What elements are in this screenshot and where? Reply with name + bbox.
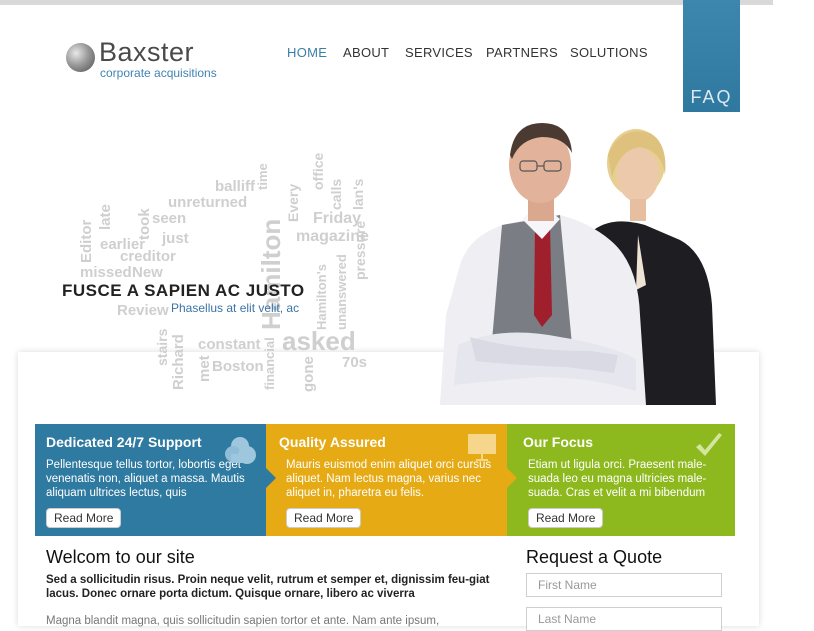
feature-box-focus: Our Focus Etiam ut ligula orci. Praesent…: [507, 424, 735, 536]
wordcloud-word: balliff: [215, 178, 255, 195]
wordcloud-word: seen: [152, 210, 187, 227]
wordcloud-word: lan's: [350, 178, 366, 210]
nav-item-home[interactable]: HOME: [287, 45, 327, 60]
wordcloud-word: New: [132, 264, 163, 281]
cloud-icon: [225, 437, 256, 464]
feature-text: Etiam ut ligula orci. Praesent male-suad…: [528, 459, 707, 499]
last-name-field[interactable]: [526, 607, 722, 631]
read-more-button[interactable]: Read More: [286, 508, 362, 528]
wordcloud-word: stairs: [154, 328, 170, 366]
wordcloud-word: Editor: [78, 219, 95, 263]
wordcloud-word: Every: [285, 183, 301, 222]
feature-boxes: Dedicated 24/7 Support Pellentesque tell…: [35, 424, 735, 536]
welcome-body-text: Magna blandit magna, quis sollicitudin s…: [46, 615, 440, 627]
nav-item-about[interactable]: ABOUT: [343, 45, 389, 60]
feature-text: Pellentesque tellus tortor, lobortis ege…: [46, 459, 245, 499]
read-more-button[interactable]: Read More: [46, 508, 122, 528]
first-name-field[interactable]: [526, 573, 722, 597]
presentation-board-icon: [468, 434, 496, 461]
wordcloud-word: asked: [282, 326, 356, 356]
hero-photo-business-people: [440, 123, 716, 405]
hero-title: FUSCE A SAPIEN AC JUSTO: [62, 281, 305, 300]
feature-box-support: Dedicated 24/7 Support Pellentesque tell…: [35, 424, 266, 536]
wordcloud-word: Review: [117, 302, 169, 319]
wordcloud-word: calls: [328, 178, 344, 210]
top-border: [0, 0, 773, 5]
welcome-intro: Sed a sollicitudin risus. Proin neque ve…: [46, 574, 490, 600]
brand-tagline: corporate acquisitions: [100, 66, 217, 80]
box-divider-arrow: [266, 468, 276, 488]
quote-heading: Request a Quote: [526, 547, 663, 567]
globe-logo-icon: [66, 43, 95, 72]
nav-item-solutions[interactable]: SOLUTIONS: [570, 45, 648, 60]
wordcloud-word: unanswered: [334, 254, 349, 330]
wordcloud-word: Richard: [170, 334, 187, 390]
wordcloud-word: financial: [262, 337, 277, 390]
wordcloud-word: pressure: [352, 220, 368, 280]
faq-tab[interactable]: FAQ: [683, 0, 740, 112]
wordcloud-word: creditor: [120, 248, 176, 265]
wordcloud-word: Boston: [212, 358, 264, 375]
hero-wordcloud: balliff time office unreturned Every cal…: [70, 150, 390, 392]
feature-box-quality: Quality Assured Mauris euismod enim aliq…: [266, 424, 507, 536]
wordcloud-word: late: [97, 204, 114, 230]
feature-title: Our Focus: [523, 434, 594, 450]
wordcloud-word: time: [255, 163, 270, 190]
nav-item-partners[interactable]: PARTNERS: [486, 45, 558, 60]
welcome-heading: Welcom to our site: [46, 547, 195, 567]
wordcloud-word: met: [196, 355, 213, 382]
read-more-button[interactable]: Read More: [528, 508, 604, 528]
feature-text: Mauris euismod enim aliquet orci cursus …: [286, 459, 492, 499]
faq-label: FAQ: [690, 87, 733, 107]
wordcloud-word: gone: [300, 356, 317, 392]
feature-title: Dedicated 24/7 Support: [46, 434, 202, 450]
feature-title: Quality Assured: [279, 434, 386, 450]
hero-subtitle: Phasellus at elit velit, ac: [171, 301, 300, 315]
wordcloud-word: office: [310, 152, 326, 190]
nav-item-services[interactable]: SERVICES: [405, 45, 473, 60]
wordcloud-word: 70s: [342, 354, 368, 371]
checkmark-icon: [696, 433, 722, 456]
wordcloud-word: unreturned: [168, 194, 248, 211]
box-divider-arrow: [507, 468, 517, 488]
wordcloud-word: constant: [198, 336, 261, 353]
brand-name: Baxster: [99, 37, 195, 67]
wordcloud-word: Hamilton's: [314, 264, 329, 330]
wordcloud-word: just: [162, 230, 189, 247]
wordcloud-word: missed: [80, 264, 132, 281]
